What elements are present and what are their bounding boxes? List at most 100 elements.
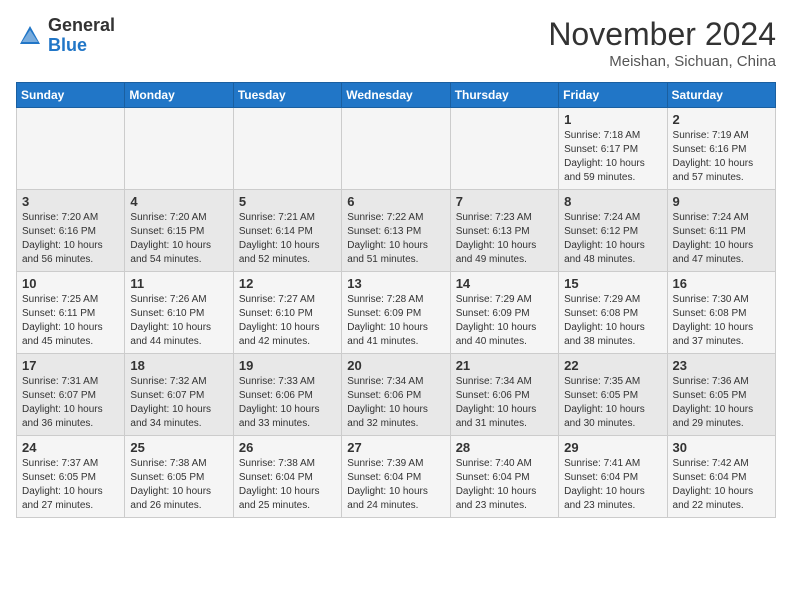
day-info: Sunrise: 7:37 AM Sunset: 6:05 PM Dayligh… bbox=[22, 457, 119, 513]
page-header: General Blue November 2024 Meishan, Sich… bbox=[16, 16, 776, 70]
col-monday: Monday bbox=[125, 83, 233, 108]
cell-week2-day5: 8 Sunrise: 7:24 AM Sunset: 6:12 PM Daylig… bbox=[559, 190, 667, 272]
week-row-4: 17 Sunrise: 7:31 AM Sunset: 6:07 PM Dayli… bbox=[17, 354, 776, 436]
day-info: Sunrise: 7:31 AM Sunset: 6:07 PM Dayligh… bbox=[22, 375, 119, 431]
cell-week4-day4: 21Sunrise: 7:34 AM Sunset: 6:06 PM Dayli… bbox=[450, 354, 558, 436]
cell-week2-day2: 5 Sunrise: 7:21 AM Sunset: 6:14 PM Daylig… bbox=[233, 190, 341, 272]
day-number: 13 bbox=[347, 276, 444, 291]
week-row-2: 3 Sunrise: 7:20 AM Sunset: 6:16 PM Daylig… bbox=[17, 190, 776, 272]
day-number: 5 bbox=[239, 194, 336, 209]
cell-week1-day5: 1 Sunrise: 7:18 AM Sunset: 6:17 PM Daylig… bbox=[559, 108, 667, 190]
cell-week2-day0: 3 Sunrise: 7:20 AM Sunset: 6:16 PM Daylig… bbox=[17, 190, 125, 272]
day-info: Sunrise: 7:26 AM Sunset: 6:10 PM Dayligh… bbox=[130, 293, 227, 349]
week-row-3: 10Sunrise: 7:25 AM Sunset: 6:11 PM Dayli… bbox=[17, 272, 776, 354]
title-block: November 2024 Meishan, Sichuan, China bbox=[548, 16, 776, 70]
day-info: Sunrise: 7:24 AM Sunset: 6:12 PM Dayligh… bbox=[564, 211, 661, 267]
cell-week4-day2: 19Sunrise: 7:33 AM Sunset: 6:06 PM Dayli… bbox=[233, 354, 341, 436]
day-info: Sunrise: 7:36 AM Sunset: 6:05 PM Dayligh… bbox=[673, 375, 770, 431]
cell-week5-day3: 27 Sunrise: 7:39 AM Sunset: 6:04 PM Dayli… bbox=[342, 436, 450, 518]
day-info: Sunrise: 7:18 AM Sunset: 6:17 PM Dayligh… bbox=[564, 129, 661, 185]
cell-week5-day1: 25 Sunrise: 7:38 AM Sunset: 6:05 PM Dayli… bbox=[125, 436, 233, 518]
weekday-header-row: Sunday Monday Tuesday Wednesday Thursday… bbox=[17, 83, 776, 108]
day-number: 26 bbox=[239, 440, 336, 455]
day-info: Sunrise: 7:39 AM Sunset: 6:04 PM Dayligh… bbox=[347, 457, 444, 513]
cell-week4-day3: 20 Sunrise: 7:34 AM Sunset: 6:06 PM Dayli… bbox=[342, 354, 450, 436]
day-info: Sunrise: 7:34 AM Sunset: 6:06 PM Dayligh… bbox=[347, 375, 444, 431]
day-number: 15 bbox=[564, 276, 661, 291]
cell-week2-day1: 4Sunrise: 7:20 AM Sunset: 6:15 PM Daylig… bbox=[125, 190, 233, 272]
day-info: Sunrise: 7:20 AM Sunset: 6:15 PM Dayligh… bbox=[130, 211, 227, 267]
cell-week5-day6: 30 Sunrise: 7:42 AM Sunset: 6:04 PM Dayli… bbox=[667, 436, 775, 518]
day-info: Sunrise: 7:23 AM Sunset: 6:13 PM Dayligh… bbox=[456, 211, 553, 267]
cell-week1-day3 bbox=[342, 108, 450, 190]
day-info: Sunrise: 7:21 AM Sunset: 6:14 PM Dayligh… bbox=[239, 211, 336, 267]
day-number: 24 bbox=[22, 440, 119, 455]
cell-week4-day6: 23 Sunrise: 7:36 AM Sunset: 6:05 PM Dayli… bbox=[667, 354, 775, 436]
day-info: Sunrise: 7:38 AM Sunset: 6:05 PM Dayligh… bbox=[130, 457, 227, 513]
day-info: Sunrise: 7:41 AM Sunset: 6:04 PM Dayligh… bbox=[564, 457, 661, 513]
cell-week1-day6: 2 Sunrise: 7:19 AM Sunset: 6:16 PM Daylig… bbox=[667, 108, 775, 190]
day-info: Sunrise: 7:33 AM Sunset: 6:06 PM Dayligh… bbox=[239, 375, 336, 431]
cell-week5-day0: 24 Sunrise: 7:37 AM Sunset: 6:05 PM Dayli… bbox=[17, 436, 125, 518]
day-number: 8 bbox=[564, 194, 661, 209]
cell-week3-day2: 12Sunrise: 7:27 AM Sunset: 6:10 PM Dayli… bbox=[233, 272, 341, 354]
cell-week3-day0: 10Sunrise: 7:25 AM Sunset: 6:11 PM Dayli… bbox=[17, 272, 125, 354]
month-title: November 2024 bbox=[548, 16, 776, 53]
day-number: 29 bbox=[564, 440, 661, 455]
cell-week1-day0 bbox=[17, 108, 125, 190]
day-number: 25 bbox=[130, 440, 227, 455]
cell-week1-day4 bbox=[450, 108, 558, 190]
day-number: 11 bbox=[130, 276, 227, 291]
cell-week2-day4: 7Sunrise: 7:23 AM Sunset: 6:13 PM Daylig… bbox=[450, 190, 558, 272]
week-row-1: 1 Sunrise: 7:18 AM Sunset: 6:17 PM Daylig… bbox=[17, 108, 776, 190]
cell-week3-day1: 11 Sunrise: 7:26 AM Sunset: 6:10 PM Dayli… bbox=[125, 272, 233, 354]
day-info: Sunrise: 7:29 AM Sunset: 6:09 PM Dayligh… bbox=[456, 293, 553, 349]
cell-week3-day6: 16 Sunrise: 7:30 AM Sunset: 6:08 PM Dayli… bbox=[667, 272, 775, 354]
cell-week1-day2 bbox=[233, 108, 341, 190]
day-info: Sunrise: 7:35 AM Sunset: 6:05 PM Dayligh… bbox=[564, 375, 661, 431]
week-row-5: 24 Sunrise: 7:37 AM Sunset: 6:05 PM Dayli… bbox=[17, 436, 776, 518]
day-info: Sunrise: 7:30 AM Sunset: 6:08 PM Dayligh… bbox=[673, 293, 770, 349]
day-number: 23 bbox=[673, 358, 770, 373]
day-info: Sunrise: 7:29 AM Sunset: 6:08 PM Dayligh… bbox=[564, 293, 661, 349]
cell-week2-day3: 6Sunrise: 7:22 AM Sunset: 6:13 PM Daylig… bbox=[342, 190, 450, 272]
day-info: Sunrise: 7:19 AM Sunset: 6:16 PM Dayligh… bbox=[673, 129, 770, 185]
day-info: Sunrise: 7:24 AM Sunset: 6:11 PM Dayligh… bbox=[673, 211, 770, 267]
col-tuesday: Tuesday bbox=[233, 83, 341, 108]
day-info: Sunrise: 7:20 AM Sunset: 6:16 PM Dayligh… bbox=[22, 211, 119, 267]
cell-week4-day1: 18 Sunrise: 7:32 AM Sunset: 6:07 PM Dayli… bbox=[125, 354, 233, 436]
calendar-body: 1 Sunrise: 7:18 AM Sunset: 6:17 PM Daylig… bbox=[17, 108, 776, 518]
day-number: 21 bbox=[456, 358, 553, 373]
day-number: 17 bbox=[22, 358, 119, 373]
col-wednesday: Wednesday bbox=[342, 83, 450, 108]
day-number: 1 bbox=[564, 112, 661, 127]
day-number: 3 bbox=[22, 194, 119, 209]
day-number: 16 bbox=[673, 276, 770, 291]
day-number: 2 bbox=[673, 112, 770, 127]
day-number: 30 bbox=[673, 440, 770, 455]
day-info: Sunrise: 7:27 AM Sunset: 6:10 PM Dayligh… bbox=[239, 293, 336, 349]
day-number: 6 bbox=[347, 194, 444, 209]
day-info: Sunrise: 7:28 AM Sunset: 6:09 PM Dayligh… bbox=[347, 293, 444, 349]
calendar-table: Sunday Monday Tuesday Wednesday Thursday… bbox=[16, 82, 776, 518]
location: Meishan, Sichuan, China bbox=[548, 53, 776, 70]
col-sunday: Sunday bbox=[17, 83, 125, 108]
cell-week2-day6: 9 Sunrise: 7:24 AM Sunset: 6:11 PM Daylig… bbox=[667, 190, 775, 272]
day-number: 27 bbox=[347, 440, 444, 455]
day-number: 28 bbox=[456, 440, 553, 455]
day-info: Sunrise: 7:42 AM Sunset: 6:04 PM Dayligh… bbox=[673, 457, 770, 513]
logo: General Blue bbox=[16, 16, 115, 56]
day-number: 9 bbox=[673, 194, 770, 209]
cell-week5-day5: 29 Sunrise: 7:41 AM Sunset: 6:04 PM Dayli… bbox=[559, 436, 667, 518]
day-number: 18 bbox=[130, 358, 227, 373]
cell-week3-day3: 13 Sunrise: 7:28 AM Sunset: 6:09 PM Dayli… bbox=[342, 272, 450, 354]
calendar-header: Sunday Monday Tuesday Wednesday Thursday… bbox=[17, 83, 776, 108]
cell-week3-day5: 15 Sunrise: 7:29 AM Sunset: 6:08 PM Dayli… bbox=[559, 272, 667, 354]
cell-week5-day4: 28Sunrise: 7:40 AM Sunset: 6:04 PM Dayli… bbox=[450, 436, 558, 518]
day-number: 22 bbox=[564, 358, 661, 373]
cell-week1-day1 bbox=[125, 108, 233, 190]
day-info: Sunrise: 7:38 AM Sunset: 6:04 PM Dayligh… bbox=[239, 457, 336, 513]
col-thursday: Thursday bbox=[450, 83, 558, 108]
day-number: 20 bbox=[347, 358, 444, 373]
day-info: Sunrise: 7:32 AM Sunset: 6:07 PM Dayligh… bbox=[130, 375, 227, 431]
